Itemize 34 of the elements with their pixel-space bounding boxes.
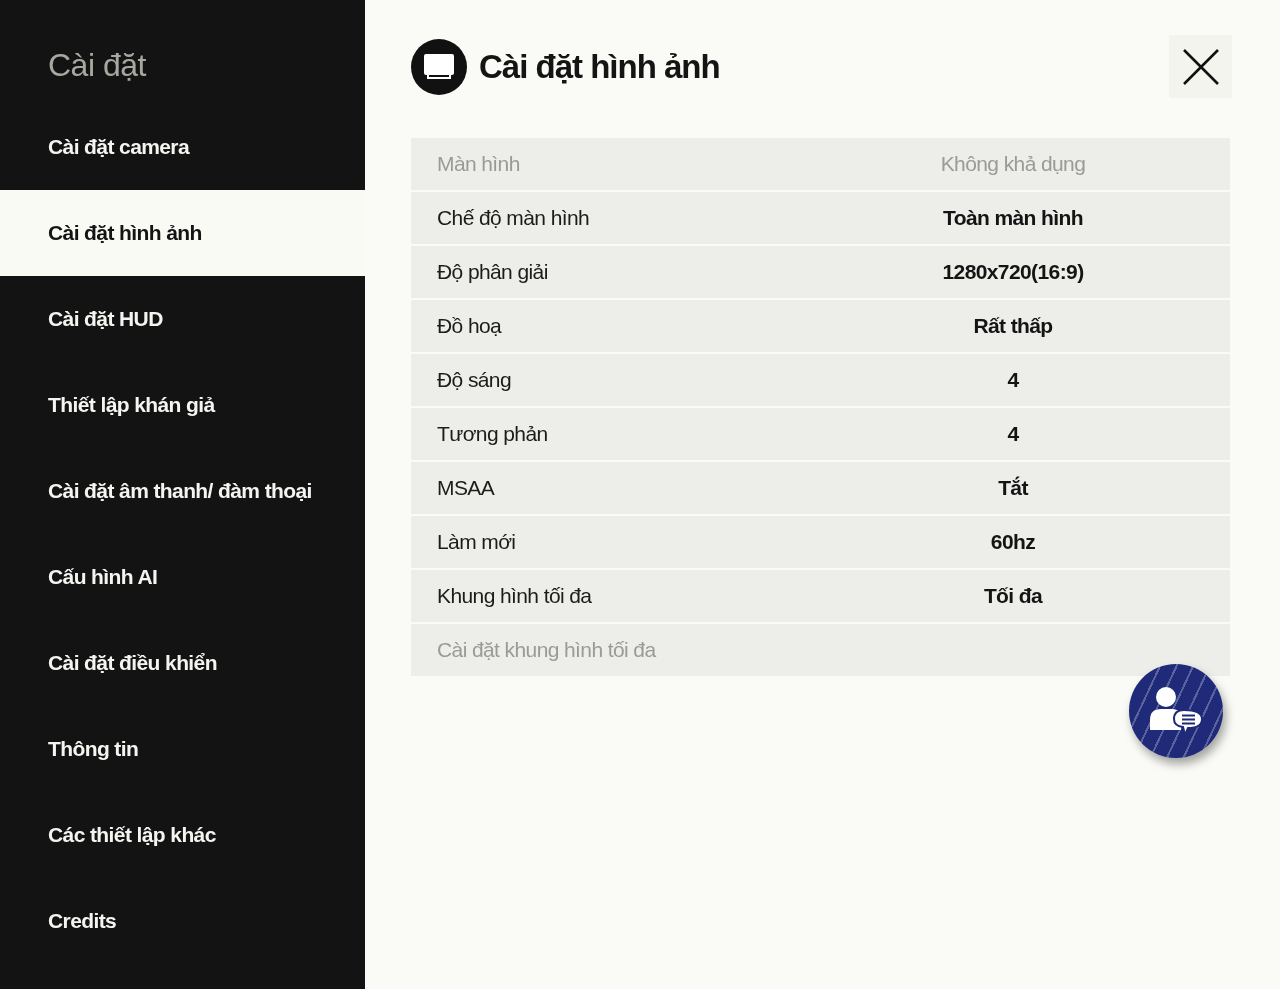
setting-row[interactable]: Khung hình tối đa Tối đa: [411, 570, 1230, 622]
support-chat-button[interactable]: [1129, 664, 1223, 758]
panel-title: Cài đặt hình ảnh: [479, 47, 720, 86]
setting-row[interactable]: Độ sáng 4: [411, 354, 1230, 406]
setting-value: Không khả dụng: [940, 152, 1086, 176]
setting-label: Độ phân giải: [436, 260, 548, 284]
setting-row[interactable]: Đồ hoạ Rất thấp: [411, 300, 1230, 352]
setting-value: Toàn màn hình: [943, 206, 1083, 230]
setting-value: 4: [1007, 422, 1019, 446]
setting-label: Chế độ màn hình: [436, 206, 590, 230]
setting-label: Tương phản: [436, 422, 548, 446]
sidebar-title: Cài đặt: [48, 46, 146, 85]
setting-row[interactable]: Độ phân giải 1280x720(16:9): [411, 246, 1230, 298]
setting-label: MSAA: [436, 476, 495, 500]
setting-value: 1280x720(16:9): [942, 260, 1084, 284]
setting-label: Làm mới: [436, 530, 516, 554]
setting-label: Màn hình: [436, 152, 520, 176]
setting-value: Tối đa: [983, 584, 1043, 608]
setting-label: Độ sáng: [436, 368, 512, 392]
setting-value: 60hz: [990, 530, 1036, 554]
close-icon: [1182, 48, 1219, 85]
setting-row[interactable]: Làm mới 60hz: [411, 516, 1230, 568]
setting-row[interactable]: Chế độ màn hình Toàn màn hình: [411, 192, 1230, 244]
setting-row[interactable]: MSAA Tắt: [411, 462, 1230, 514]
close-button[interactable]: [1169, 35, 1232, 98]
setting-label: Khung hình tối đa: [436, 584, 592, 608]
setting-value: Rất thấp: [973, 314, 1053, 338]
setting-label: Cài đặt khung hình tối đa: [436, 638, 656, 662]
sidebar-item[interactable]: Cài đặt hình ảnh: [0, 190, 365, 276]
setting-value: 4: [1007, 368, 1019, 392]
setting-label: Đồ hoạ: [436, 314, 502, 338]
monitor-icon: [411, 38, 467, 95]
setting-row[interactable]: Tương phản 4: [411, 408, 1230, 460]
setting-value: Tắt: [998, 476, 1028, 500]
